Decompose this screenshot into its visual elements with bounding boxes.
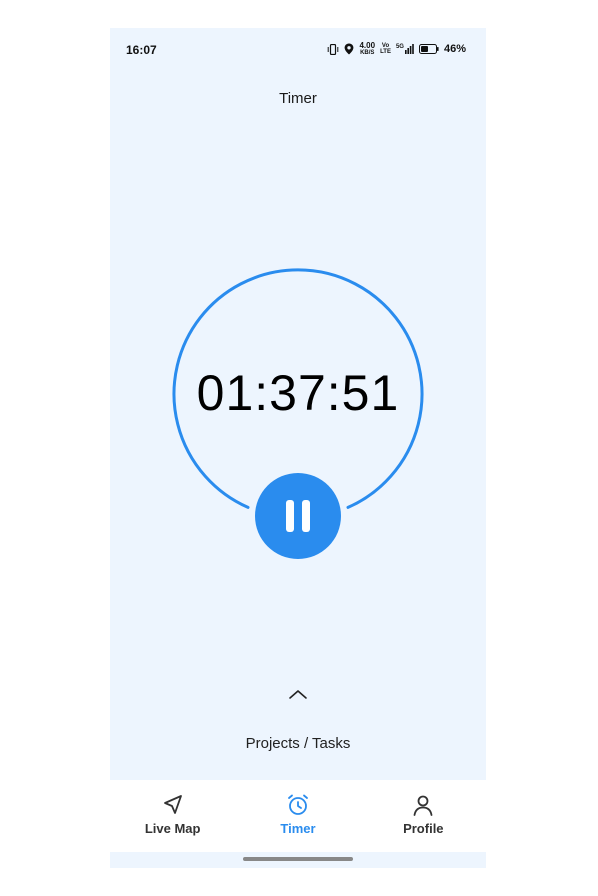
- pause-button[interactable]: [255, 473, 341, 559]
- nav-item-live-map[interactable]: Live Map: [110, 780, 235, 852]
- nav-label-profile: Profile: [403, 821, 444, 836]
- navigation-arrow-icon: [163, 795, 182, 814]
- nav-label-timer: Timer: [280, 821, 316, 836]
- person-icon: [413, 795, 433, 816]
- timer-display: 01:37:51: [196, 365, 400, 421]
- nav-label-live-map: Live Map: [144, 821, 201, 836]
- projects-tasks-toggle[interactable]: Projects / Tasks: [110, 735, 486, 752]
- phone-screen: 16:07 4.00 KB/S Vo LTE 5G 46% Timer 01:3…: [110, 28, 486, 868]
- chevron-up-icon[interactable]: [288, 688, 308, 700]
- nav-item-profile[interactable]: Profile: [361, 780, 486, 852]
- pause-icon: [286, 500, 310, 532]
- nav-item-timer[interactable]: Timer: [235, 780, 360, 852]
- gesture-bar[interactable]: [243, 857, 353, 861]
- bottom-nav: Live Map Timer Profile: [110, 780, 486, 852]
- alarm-clock-icon: [288, 794, 308, 815]
